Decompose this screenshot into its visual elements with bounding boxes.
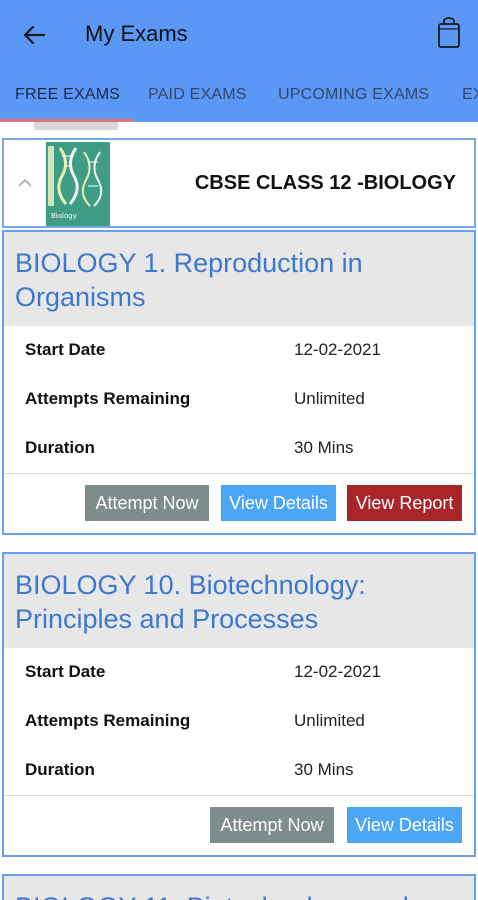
cart-button[interactable]: [434, 16, 464, 50]
attempts-remaining-value: Unlimited: [294, 711, 365, 730]
duration-label: Duration: [25, 760, 95, 779]
exam-list[interactable]: Biology CBSE CLASS 12 -BIOLOGY BIOLOGY 1…: [0, 122, 478, 900]
view-report-button[interactable]: View Report: [347, 485, 462, 521]
tab-expired-exams[interactable]: EX: [462, 70, 478, 122]
shopping-bag-icon: [438, 17, 460, 48]
duration-value: 30 Mins: [294, 760, 354, 779]
exam-actions: Attempt Now View Details View Report: [4, 473, 474, 533]
exam-card: BIOLOGY 10. Biotechnology: Principles an…: [2, 552, 476, 857]
exam-actions: Attempt Now View Details: [4, 795, 474, 855]
view-details-button[interactable]: View Details: [347, 807, 462, 843]
attempt-now-button[interactable]: Attempt Now: [210, 807, 334, 843]
exam-info-row: Duration 30 Mins: [4, 424, 474, 473]
attempts-remaining-value: Unlimited: [294, 389, 365, 408]
course-header[interactable]: Biology CBSE CLASS 12 -BIOLOGY: [2, 138, 476, 228]
exam-title: BIOLOGY 1. Reproduction in Organisms: [4, 232, 474, 326]
exam-info-row: Duration 30 Mins: [4, 746, 474, 795]
previous-item-edge: [34, 122, 118, 130]
exam-info-row: Start Date 12-02-2021: [4, 326, 474, 375]
tab-paid-exams[interactable]: PAID EXAMS: [148, 70, 247, 122]
exam-card: BIOLOGY 11. Biotechnology and: [2, 874, 476, 900]
duration-value: 30 Mins: [294, 438, 354, 457]
duration-label: Duration: [25, 438, 95, 457]
attempts-remaining-label: Attempts Remaining: [25, 389, 191, 408]
tab-upcoming-exams[interactable]: UPCOMING EXAMS: [278, 70, 429, 122]
toolbar: My Exams: [0, 0, 478, 70]
view-details-button[interactable]: View Details: [221, 485, 336, 521]
tab-free-exams[interactable]: FREE EXAMS: [15, 70, 120, 122]
dna-book-cover-icon: Biology: [46, 142, 110, 226]
exam-card: BIOLOGY 1. Reproduction in Organisms Sta…: [2, 230, 476, 535]
start-date-label: Start Date: [25, 340, 106, 359]
svg-text:Biology: Biology: [51, 212, 77, 220]
start-date-value: 12-02-2021: [294, 340, 381, 359]
course-title: CBSE CLASS 12 -BIOLOGY: [194, 172, 456, 194]
exam-title: BIOLOGY 11. Biotechnology and: [4, 876, 474, 900]
attempts-remaining-label: Attempts Remaining: [25, 711, 191, 730]
exam-info-row: Start Date 12-02-2021: [4, 648, 474, 697]
exam-info-row: Attempts Remaining Unlimited: [4, 375, 474, 424]
back-button[interactable]: [14, 18, 54, 52]
course-thumbnail: Biology: [46, 142, 110, 226]
attempt-now-button[interactable]: Attempt Now: [85, 485, 209, 521]
page-title: My Exams: [85, 21, 188, 46]
exam-title: BIOLOGY 10. Biotechnology: Principles an…: [4, 554, 474, 648]
start-date-label: Start Date: [25, 662, 106, 681]
exam-tabs: FREE EXAMS PAID EXAMS UPCOMING EXAMS EX: [0, 70, 478, 122]
exam-info-row: Attempts Remaining Unlimited: [4, 697, 474, 746]
app-bar: My Exams FREE EXAMS PAID EXAMS UPCOMING …: [0, 0, 478, 122]
chevron-up-icon[interactable]: [14, 172, 36, 194]
arrow-left-icon: [23, 25, 45, 45]
start-date-value: 12-02-2021: [294, 662, 381, 681]
